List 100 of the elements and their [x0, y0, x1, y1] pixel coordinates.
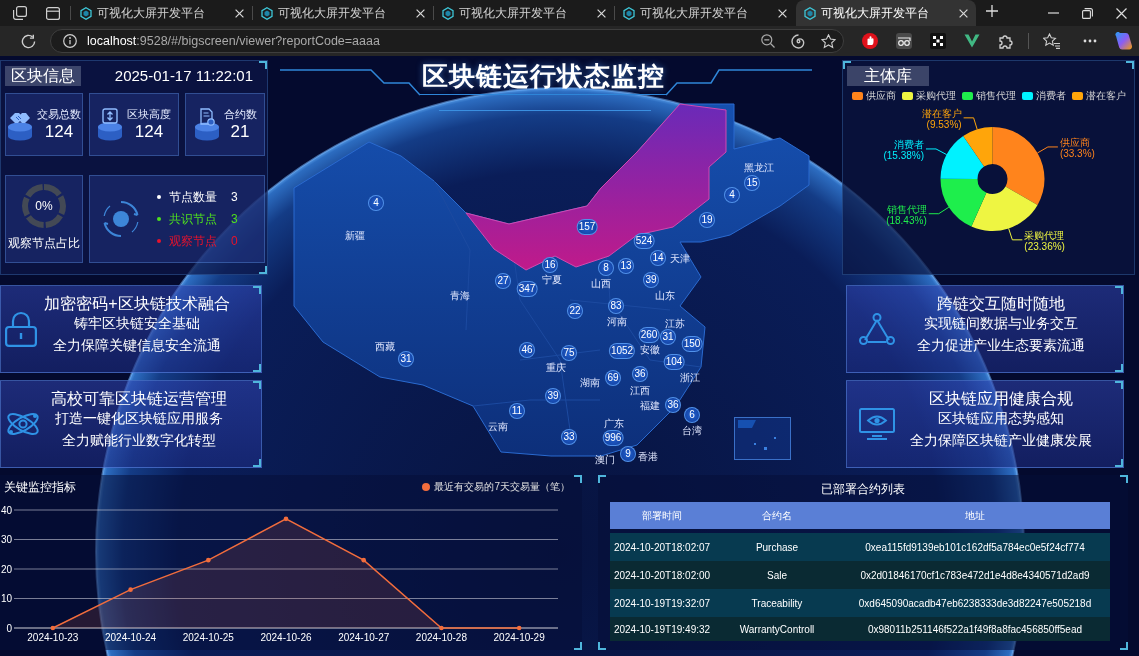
feature-title: 高校可靠区块链运营管理: [51, 389, 227, 409]
slice-label: 供应商: [1059, 136, 1090, 148]
legend-swatch[interactable]: [901, 92, 913, 100]
restore-icon[interactable]: [1081, 7, 1093, 19]
province-label: 云南: [488, 420, 508, 432]
browser-tab[interactable]: 可视化大屏开发平台: [253, 0, 433, 26]
close-icon[interactable]: [597, 8, 606, 18]
window-icon[interactable]: [46, 6, 60, 20]
node-label: 共识节点: [169, 212, 217, 226]
triangle-network-icon: [859, 313, 895, 345]
column-header[interactable]: 部署时间: [610, 508, 714, 523]
province-label: 青海: [450, 289, 470, 301]
legend-label[interactable]: 供应商: [865, 90, 896, 102]
axis-label: 2024-10-24: [105, 632, 157, 643]
feature-title: 加密密码+区块链技术融合: [44, 294, 230, 314]
close-icon[interactable]: [416, 8, 425, 18]
data-point: [50, 625, 56, 631]
province-label: 香港: [638, 450, 658, 462]
workspaces-icon[interactable]: [13, 6, 27, 20]
column-header[interactable]: 合约名: [714, 508, 840, 523]
axis-label: 2024-10-29: [493, 632, 545, 643]
corner-bracket: [574, 642, 582, 650]
province-label: 江苏: [665, 317, 685, 329]
corner-bracket: [598, 475, 606, 483]
data-point: [283, 516, 289, 522]
corner-bracket: [1115, 381, 1123, 389]
swirl-icon[interactable]: [790, 33, 806, 49]
feature-title: 跨链交互随时随地: [937, 294, 1065, 314]
new-tab-icon[interactable]: [986, 5, 998, 17]
legend-swatch[interactable]: [1071, 92, 1083, 100]
slice-label: 消费者: [894, 138, 924, 150]
chart-slice: [940, 178, 987, 227]
browser-tab[interactable]: 可视化大屏开发平台: [615, 0, 795, 26]
table-cell-text: 0x2d01846170cf1c783e472d1e4d8e4340571d2ad9: [859, 569, 1091, 581]
inset-map: [734, 417, 791, 460]
info-icon[interactable]: [63, 34, 77, 48]
feature-text: 区块链应用态势感知: [938, 409, 1064, 427]
stat-label: 区块高度: [127, 106, 171, 121]
legend-label[interactable]: 消费者: [1035, 90, 1066, 102]
orbit-icon: [101, 199, 141, 239]
stat-value: 124: [134, 120, 164, 143]
address-bar[interactable]: localhost:9528/#/bigscreen/viewer?reportCode=aaaa: [50, 29, 844, 53]
province-label: 安徽: [640, 343, 660, 355]
stat-label: 合约数: [223, 106, 257, 121]
refresh-icon[interactable]: [20, 33, 36, 49]
legend-swatch[interactable]: [1021, 92, 1033, 100]
minimize-icon[interactable]: [1047, 12, 1059, 14]
legend-label[interactable]: 最近有交易的7天交易量（笔）: [434, 480, 570, 494]
close-icon[interactable]: [235, 8, 244, 18]
legend-swatch[interactable]: [422, 483, 431, 491]
axis-label: 2024-10-27: [338, 632, 390, 643]
hexagon-icon: [442, 6, 454, 20]
feature-text: 实现链间数据与业务交互: [924, 314, 1078, 332]
legend-label[interactable]: 销售代理: [975, 90, 1016, 102]
close-icon[interactable]: [1115, 7, 1127, 19]
gradient-logo-icon[interactable]: [1115, 32, 1133, 50]
corner-bracket: [253, 381, 261, 389]
dashboard-title: 区块链运行状态监控: [420, 56, 666, 95]
table-cell-text: Sale: [766, 569, 788, 581]
feature-text: 打造一键化区块链应用服务: [55, 409, 223, 427]
panel-title: 主体库: [847, 66, 929, 86]
province-label: 重庆: [546, 361, 566, 373]
legend-swatch[interactable]: [851, 92, 863, 100]
data-point: [361, 557, 366, 563]
column-header[interactable]: 地址: [840, 508, 1110, 523]
province-label: 新疆: [345, 229, 365, 241]
legend-label[interactable]: 潜在客户: [1085, 90, 1126, 102]
zoom-out-icon[interactable]: [761, 34, 775, 48]
document-icon: [193, 107, 220, 142]
province-label: 天津: [670, 252, 690, 264]
browser-tab[interactable]: 可视化大屏开发平台: [796, 0, 976, 26]
browser-tab[interactable]: 可视化大屏开发平台: [72, 0, 252, 26]
data-point: [439, 625, 444, 631]
corner-bracket: [1120, 642, 1128, 650]
favorites-icon[interactable]: [1042, 33, 1060, 49]
v-logo-icon[interactable]: [964, 34, 980, 48]
province-label: 浙江: [680, 371, 700, 383]
data-point: [128, 587, 133, 592]
value-label: (15.38%): [883, 149, 924, 161]
corner-bracket: [574, 475, 582, 483]
glasses-icon[interactable]: [896, 33, 912, 49]
close-icon[interactable]: [959, 8, 968, 18]
table-title: 已部署合约列表: [821, 482, 905, 496]
gauge-label: 观察节点占比: [8, 236, 80, 250]
table-cell-text: 0xea115fd9139eb101c162df5a784ec0e5f24cf774: [864, 541, 1086, 553]
star-icon[interactable]: [820, 33, 836, 49]
dots-icon[interactable]: [930, 33, 946, 49]
feature-text: 全力赋能行业数字化转型: [62, 431, 216, 449]
legend-swatch[interactable]: [961, 92, 973, 100]
legend-label[interactable]: 采购代理: [915, 90, 956, 102]
table-cell-text: 2024-10-20T18:02:00: [612, 569, 712, 581]
puzzle-icon[interactable]: [998, 33, 1014, 49]
browser-tab[interactable]: 可视化大屏开发平台: [434, 0, 614, 26]
more-icon[interactable]: [1083, 39, 1097, 43]
hand-icon[interactable]: [862, 33, 878, 49]
axis-label: 20: [0, 563, 12, 575]
close-icon[interactable]: [778, 8, 787, 18]
table-cell-text: 0xd645090acadb47eb6238333de3d82247e505218d: [857, 597, 1093, 609]
corner-bracket: [253, 364, 261, 372]
value-label: (18.43%): [886, 214, 927, 226]
